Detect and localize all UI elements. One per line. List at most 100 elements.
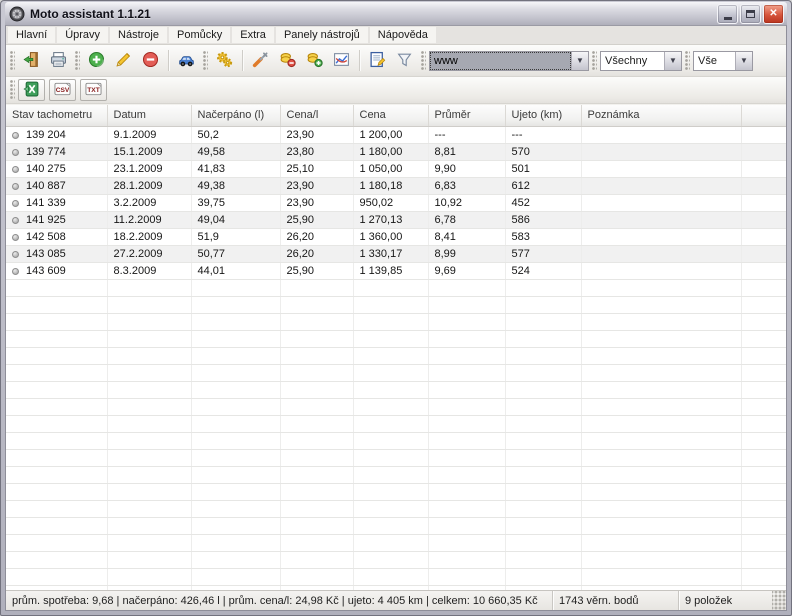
cell: 570 bbox=[505, 143, 581, 160]
empty-table-row bbox=[6, 534, 786, 551]
expenses-button[interactable] bbox=[274, 48, 301, 74]
cell: 28.1.2009 bbox=[107, 177, 191, 194]
tools-button[interactable] bbox=[247, 48, 274, 74]
export-txt-button[interactable]: TXT bbox=[80, 79, 107, 101]
cell: 26,20 bbox=[280, 228, 353, 245]
column-header-3[interactable]: Načerpáno (l) bbox=[191, 105, 280, 126]
delete-record-icon bbox=[142, 51, 159, 71]
filter-funnel-icon bbox=[396, 51, 413, 71]
maximize-button[interactable] bbox=[740, 4, 761, 24]
chevron-down-icon[interactable]: ▼ bbox=[571, 52, 588, 70]
delete-record-button[interactable] bbox=[137, 48, 164, 74]
cell: 8,99 bbox=[428, 245, 505, 262]
cell: 41,83 bbox=[191, 160, 280, 177]
toolbar-grip[interactable] bbox=[10, 51, 15, 71]
cell: 1 050,00 bbox=[353, 160, 428, 177]
table-row[interactable]: 140 27523.1.200941,8325,101 050,009,9050… bbox=[6, 160, 786, 177]
menu-item-7[interactable]: Nápověda bbox=[370, 27, 436, 43]
exit-button[interactable] bbox=[18, 48, 45, 74]
cell: --- bbox=[428, 126, 505, 143]
column-header-4[interactable]: Cena/l bbox=[280, 105, 353, 126]
period-filter-combobox[interactable]: Vše ▼ bbox=[693, 51, 753, 71]
cell: 23.1.2009 bbox=[107, 160, 191, 177]
notes-button[interactable] bbox=[364, 48, 391, 74]
empty-table-row bbox=[6, 466, 786, 483]
cell: 139 204 bbox=[6, 126, 107, 143]
cell: 25,10 bbox=[280, 160, 353, 177]
export-csv-button[interactable]: CSV bbox=[49, 79, 76, 101]
vehicle-button[interactable] bbox=[173, 48, 200, 74]
export-xls-button[interactable] bbox=[18, 79, 45, 101]
print-icon bbox=[50, 51, 67, 71]
column-header-6[interactable]: Průměr bbox=[428, 105, 505, 126]
cell: 1 200,00 bbox=[353, 126, 428, 143]
cell: 26,20 bbox=[280, 245, 353, 262]
cell-filler bbox=[741, 228, 786, 245]
column-header-8[interactable]: Poznámka bbox=[581, 105, 741, 126]
cell bbox=[581, 211, 741, 228]
minimize-button[interactable] bbox=[717, 4, 738, 24]
table-row[interactable]: 143 6098.3.200944,0125,901 139,859,69524 bbox=[6, 262, 786, 279]
edit-record-button[interactable] bbox=[110, 48, 137, 74]
record-bullet-icon bbox=[12, 234, 19, 241]
cell: 9,69 bbox=[428, 262, 505, 279]
toolbar-grip[interactable] bbox=[10, 80, 15, 100]
cell: 51,9 bbox=[191, 228, 280, 245]
record-bullet-icon bbox=[12, 268, 19, 275]
export-csv-icon: CSV bbox=[54, 81, 71, 100]
table-row[interactable]: 140 88728.1.200949,3823,901 180,186,8361… bbox=[6, 177, 786, 194]
client-area: HlavníÚpravyNástrojePomůckyExtraPanely n… bbox=[5, 25, 787, 611]
resize-grip[interactable] bbox=[772, 591, 786, 610]
table-row[interactable]: 141 92511.2.200949,0425,901 270,136,7858… bbox=[6, 211, 786, 228]
print-button[interactable] bbox=[45, 48, 72, 74]
column-header-1[interactable]: Stav tachometru bbox=[6, 105, 107, 126]
table-row[interactable]: 141 3393.2.200939,7523,90950,0210,92452 bbox=[6, 194, 786, 211]
chart-button[interactable] bbox=[328, 48, 355, 74]
records-filter-combobox[interactable]: Všechny ▼ bbox=[600, 51, 682, 71]
chevron-down-icon[interactable]: ▼ bbox=[735, 52, 752, 70]
window-title: Moto assistant 1.1.21 bbox=[30, 7, 712, 21]
table-row[interactable]: 142 50818.2.200951,926,201 360,008,41583 bbox=[6, 228, 786, 245]
settings-button[interactable] bbox=[211, 48, 238, 74]
empty-table-row bbox=[6, 330, 786, 347]
cell: 1 270,13 bbox=[353, 211, 428, 228]
table-row[interactable]: 143 08527.2.200950,7726,201 330,178,9957… bbox=[6, 245, 786, 262]
toolbar-grip[interactable] bbox=[592, 51, 597, 71]
column-header-2[interactable]: Datum bbox=[107, 105, 191, 126]
filter-button[interactable] bbox=[391, 48, 418, 74]
main-toolbar: www ▼ Všechny ▼ Vše ▼ bbox=[6, 45, 786, 77]
menu-item-3[interactable]: Nástroje bbox=[110, 27, 167, 43]
toolbar-grip[interactable] bbox=[421, 51, 426, 71]
column-header-5[interactable]: Cena bbox=[353, 105, 428, 126]
cell: 6,83 bbox=[428, 177, 505, 194]
menu-item-5[interactable]: Extra bbox=[232, 27, 274, 43]
cell-filler bbox=[741, 211, 786, 228]
cell: 25,90 bbox=[280, 211, 353, 228]
window-controls: ✕ bbox=[717, 4, 784, 24]
record-bullet-icon bbox=[12, 183, 19, 190]
toolbar-grip[interactable] bbox=[203, 51, 208, 71]
add-record-button[interactable] bbox=[83, 48, 110, 74]
cell: 8.3.2009 bbox=[107, 262, 191, 279]
toolbar-grip[interactable] bbox=[75, 51, 80, 71]
cell: 25,90 bbox=[280, 262, 353, 279]
cell bbox=[581, 143, 741, 160]
menu-item-4[interactable]: Pomůcky bbox=[169, 27, 230, 43]
status-bar: prům. spotřeba: 9,68 | načerpáno: 426,46… bbox=[6, 590, 786, 610]
menu-item-1[interactable]: Hlavní bbox=[8, 27, 55, 43]
income-button[interactable] bbox=[301, 48, 328, 74]
column-header-7[interactable]: Ujeto (km) bbox=[505, 105, 581, 126]
menu-item-6[interactable]: Panely nástrojů bbox=[276, 27, 368, 43]
table-row[interactable]: 139 2049.1.200950,223,901 200,00------ bbox=[6, 126, 786, 143]
toolbar-grip[interactable] bbox=[685, 51, 690, 71]
chevron-down-icon[interactable]: ▼ bbox=[664, 52, 681, 70]
vehicle-combobox[interactable]: www ▼ bbox=[429, 51, 589, 71]
table-row[interactable]: 139 77415.1.200949,5823,801 180,008,8157… bbox=[6, 143, 786, 160]
menu-item-2[interactable]: Úpravy bbox=[57, 27, 108, 43]
close-button[interactable]: ✕ bbox=[763, 4, 784, 24]
toolbar-separator bbox=[168, 50, 169, 71]
cell bbox=[581, 160, 741, 177]
cell: 23,90 bbox=[280, 194, 353, 211]
cell: 18.2.2009 bbox=[107, 228, 191, 245]
cell: 23,80 bbox=[280, 143, 353, 160]
